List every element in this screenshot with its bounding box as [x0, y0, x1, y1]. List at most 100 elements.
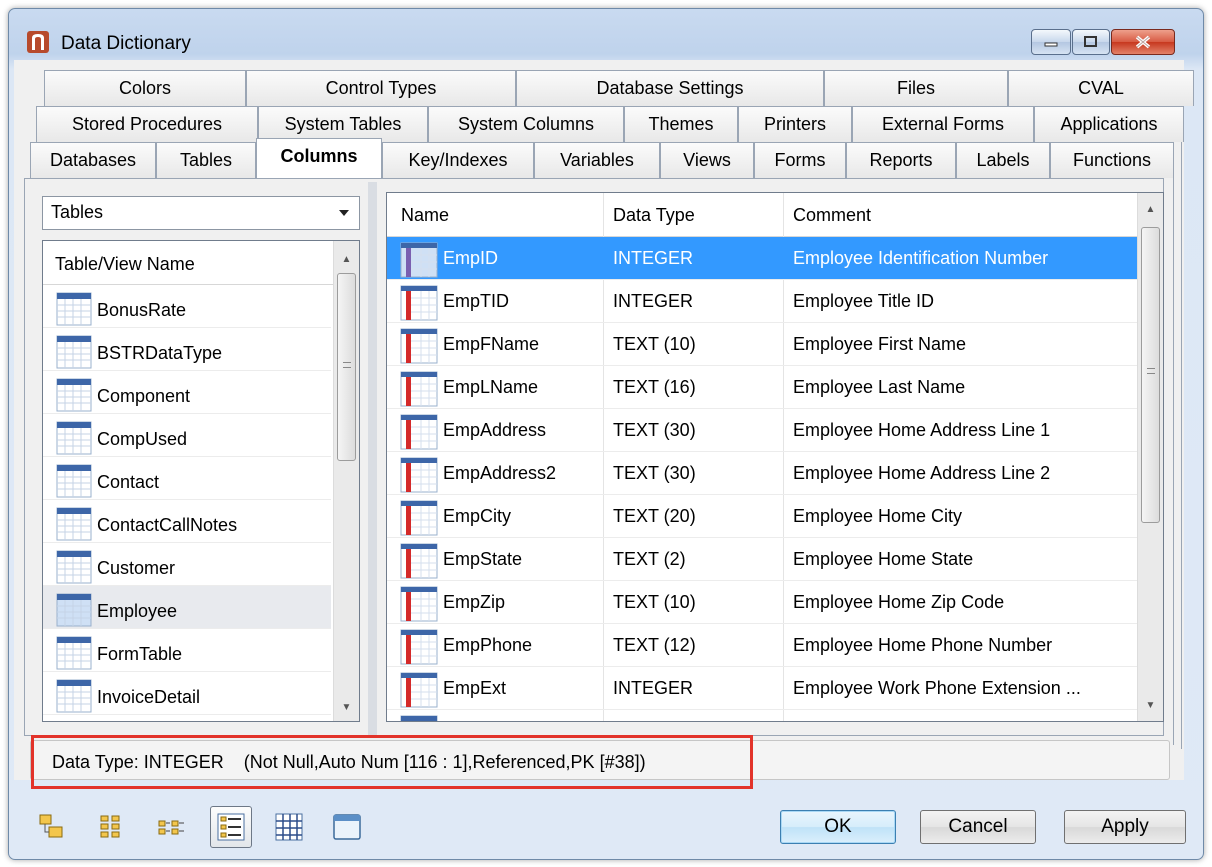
column-data-type: TEXT (30) [613, 463, 696, 483]
table-list-item[interactable]: CompUsed [43, 414, 331, 457]
column-icon [400, 586, 438, 622]
object-type-value: Tables [51, 202, 104, 222]
tab-variables[interactable]: Variables [534, 142, 660, 178]
tab-control-types[interactable]: Control Types [246, 70, 516, 106]
data-type-column-header[interactable]: Data Type [613, 205, 695, 226]
tab-reports[interactable]: Reports [846, 142, 956, 178]
table-list-header[interactable]: Table/View Name [43, 241, 333, 285]
column-row[interactable]: EmpAddress2 TEXT (30) Employee Home Addres… [387, 452, 1137, 495]
cancel-button[interactable]: Cancel [920, 810, 1036, 844]
column-row[interactable]: EmpPhone TEXT (12) Employee Home Phone Num… [387, 624, 1137, 667]
table-icon [56, 464, 92, 498]
table-list-item[interactable]: Employee [43, 586, 331, 629]
column-comment: Employee Last Name [793, 377, 966, 397]
tab-files[interactable]: Files [824, 70, 1008, 106]
tab-labels[interactable]: Labels [956, 142, 1050, 178]
scroll-up-arrow-icon[interactable]: ▲ [1138, 199, 1163, 219]
view-grid-button[interactable] [268, 806, 310, 848]
column-grid-header: Name Data Type Comment [387, 193, 1137, 237]
column-row[interactable]: EmpFName TEXT (10) Employee First Name [387, 323, 1137, 366]
column-row[interactable]: EmpZip TEXT (10) Employee Home Zip Code [387, 581, 1137, 624]
table-name: CompUsed [97, 429, 188, 449]
scroll-thumb[interactable] [337, 273, 356, 461]
scroll-down-arrow-icon[interactable]: ▼ [334, 697, 359, 717]
tab-forms[interactable]: Forms [754, 142, 846, 178]
tab-system-tables[interactable]: System Tables [258, 106, 428, 142]
table-list-item[interactable]: BSTRDataType [43, 328, 331, 371]
view-small-icons-button[interactable] [90, 806, 132, 848]
column-icon [400, 672, 438, 708]
view-large-icons-button[interactable] [30, 806, 72, 848]
table-icon [56, 679, 92, 713]
minimize-button[interactable] [1031, 29, 1071, 55]
name-column-header[interactable]: Name [401, 205, 449, 226]
minimize-icon [1044, 42, 1058, 47]
tab-applications[interactable]: Applications [1034, 106, 1184, 142]
tab-system-columns[interactable]: System Columns [428, 106, 624, 142]
tab-functions[interactable]: Functions [1050, 142, 1174, 178]
apply-button[interactable]: Apply [1064, 810, 1186, 844]
chevron-down-icon[interactable] [329, 197, 359, 229]
column-icon [400, 457, 438, 493]
large-icons-icon [39, 814, 63, 838]
tab-columns[interactable]: Columns [256, 138, 382, 178]
column-comment: Employee First Name [793, 334, 967, 354]
column-grid[interactable]: Name Data Type Comment EmpID INTEGER Emplo… [386, 192, 1164, 722]
column-data-type: INTEGER [613, 678, 694, 698]
column-name: EmpZip [443, 592, 506, 612]
tab-cval[interactable]: CVAL [1008, 70, 1194, 106]
view-list-button[interactable] [150, 806, 192, 848]
tab-tables[interactable]: Tables [156, 142, 256, 178]
close-button[interactable] [1111, 29, 1175, 55]
window-title: Data Dictionary [61, 33, 191, 54]
column-row[interactable]: EmpID INTEGER Employee Identification Numb… [387, 237, 1137, 280]
column-name: EmpExt [443, 678, 507, 698]
tab-databases[interactable]: Databases [30, 142, 156, 178]
column-name: EmpAddress2 [443, 463, 557, 483]
column-row[interactable]: EmpAddress TEXT (30) Employee Home Address… [387, 409, 1137, 452]
scroll-down-arrow-icon[interactable]: ▼ [1138, 695, 1163, 715]
column-icon [400, 328, 438, 364]
tab-external-forms[interactable]: External Forms [852, 106, 1034, 142]
column-data-type: TEXT (20) [613, 506, 696, 526]
ok-button[interactable]: OK [780, 810, 896, 844]
table-list-item[interactable]: BonusRate [43, 285, 331, 328]
tab-key-indexes[interactable]: Key/Indexes [382, 142, 534, 178]
tab-views[interactable]: Views [660, 142, 754, 178]
table-list-item[interactable]: InvoiceDetail [43, 672, 331, 715]
column-grid-scrollbar[interactable]: ▲ ▼ [1137, 193, 1163, 721]
column-row[interactable]: EmpLName TEXT (16) Employee Last Name [387, 366, 1137, 409]
column-comment: Employee Home Address Line 1 [793, 420, 1051, 440]
column-comment: Employee Title ID [793, 291, 935, 311]
view-details-button[interactable] [210, 806, 252, 848]
tab-colors[interactable]: Colors [44, 70, 246, 106]
scroll-thumb[interactable] [1141, 227, 1160, 523]
column-name: EmpCity [443, 506, 512, 526]
column-row[interactable]: EmpState TEXT (2) Employee Home State [387, 538, 1137, 581]
table-list-item[interactable]: FormTable [43, 629, 331, 672]
comment-column-header[interactable]: Comment [793, 205, 871, 226]
table-name: FormTable [97, 644, 183, 664]
table-list-item[interactable]: Component [43, 371, 331, 414]
tab-printers[interactable]: Printers [738, 106, 852, 142]
scroll-up-arrow-icon[interactable]: ▲ [334, 249, 359, 269]
table-list[interactable]: Table/View Name BonusRate BSTRDataType Com… [42, 240, 360, 722]
maximize-button[interactable] [1072, 29, 1110, 55]
view-form-button[interactable] [326, 806, 368, 848]
pane-splitter[interactable] [368, 182, 377, 738]
table-name: Component [97, 386, 191, 406]
table-list-item[interactable]: ContactCallNotes [43, 500, 331, 543]
object-type-select[interactable]: Tables [42, 196, 360, 230]
column-row[interactable]: EmpExt INTEGER Employee Work Phone Extensi… [387, 667, 1137, 710]
column-icon [400, 629, 438, 665]
table-list-scrollbar[interactable]: ▲ ▼ [333, 241, 359, 721]
table-icon [56, 292, 92, 326]
tab-database-settings[interactable]: Database Settings [516, 70, 824, 106]
table-list-item[interactable]: Customer [43, 543, 331, 586]
table-list-item[interactable]: Contact [43, 457, 331, 500]
tab-stored-procedures[interactable]: Stored Procedures [36, 106, 258, 142]
table-name: ContactCallNotes [97, 515, 238, 535]
tab-themes[interactable]: Themes [624, 106, 738, 142]
column-row[interactable]: EmpTID INTEGER Employee Title ID [387, 280, 1137, 323]
column-row[interactable]: EmpCity TEXT (20) Employee Home City [387, 495, 1137, 538]
